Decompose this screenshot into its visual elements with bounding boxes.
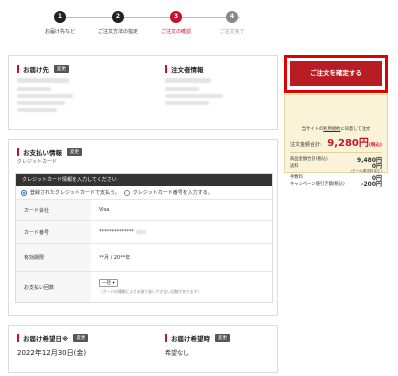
subtotal-label: 商品金額合計(税込) — [290, 157, 328, 163]
redacted-address-2 — [17, 101, 65, 105]
step-4: 4 ご注文完了 — [202, 11, 262, 35]
title-marker — [17, 334, 19, 342]
delivery-time-label: お届け希望時 — [171, 335, 210, 343]
step-4-label: ご注文完了 — [219, 29, 245, 35]
discount-value: -200円 — [360, 181, 382, 189]
delivery-address-label: お届け先 — [23, 66, 49, 74]
step-3-label: ご注文の確認 — [160, 29, 191, 35]
redacted-card-digits — [136, 230, 146, 234]
installments-field: 一括 ▾ （カードの種類によりお取り扱いできない回数があります） — [91, 272, 272, 302]
shipping-label: 送料 — [290, 163, 299, 169]
installments-select[interactable]: 一括 ▾ — [99, 279, 118, 287]
step-3: 3 ご注文の確認 — [146, 11, 206, 35]
payment-title: お支払い情報 変更 — [17, 147, 82, 157]
title-marker — [165, 65, 167, 73]
card-brand-label: カード会社 — [16, 200, 91, 220]
installments-label: お支払い回数 — [16, 272, 91, 302]
card-expiry-label: 有効期限 — [16, 244, 91, 271]
payment-title-label: お支払い情報 — [23, 149, 62, 157]
confirm-order-button[interactable]: ご注文を確定する — [290, 61, 382, 86]
delivery-date-title: お届け希望日※ 変更 — [17, 333, 89, 343]
delivery-change-button[interactable]: 変更 — [54, 65, 69, 73]
payment-change-button[interactable]: 変更 — [67, 148, 82, 156]
delivery-address-title: お届け先 変更 — [17, 64, 69, 74]
step-2-label: ご注文方法の指定 — [97, 29, 138, 35]
delivery-time-value: 希望なし — [165, 350, 190, 357]
card-number-field: ************** — [91, 221, 272, 243]
registered-card-label[interactable]: 登録されたクレジットカードで支払う。 — [30, 189, 120, 196]
redacted-orderer-address — [165, 94, 223, 98]
summary-row-discount: キャンペーン値引き額(税込) -200円 — [285, 181, 387, 188]
card-brand-value: Visa — [99, 207, 110, 213]
step-2: 2 ご注文方法の指定 — [88, 11, 148, 35]
step-3-number: 3 — [170, 11, 182, 23]
installments-select-value: 一括 — [102, 281, 111, 286]
new-card-radio[interactable] — [123, 189, 130, 196]
step-4-number: 4 — [226, 11, 238, 23]
new-card-label[interactable]: クレジットカード番号を入力する。 — [133, 189, 213, 196]
card-info-table: クレジットカード情報を入力してください 登録されたクレジットカードで支払う。 ク… — [15, 173, 273, 303]
title-marker — [165, 334, 167, 342]
step-1: 1 お届け先など — [30, 11, 90, 35]
orderer-title: 注文者情報 — [165, 64, 204, 74]
registered-card-radio[interactable] — [21, 189, 27, 196]
step-1-label: お届け先など — [44, 29, 75, 35]
card-expiry-row: 有効期限 **月 / 20**年 — [16, 244, 272, 272]
card-info-header: クレジットカード情報を入力してください — [16, 174, 272, 186]
card-number-label: カード番号 — [16, 221, 91, 243]
card-brand-row: カード会社 Visa — [16, 200, 272, 221]
redacted-name — [17, 78, 69, 83]
delivery-date-change-button[interactable]: 変更 — [73, 334, 89, 342]
card-choice-row: 登録されたクレジットカードで支払う。 クレジットカード番号を入力する。 — [16, 186, 272, 200]
card-expiry-value: **月 / 20**年 — [99, 255, 131, 261]
title-marker — [17, 65, 19, 73]
card-number-row: カード番号 ************** — [16, 221, 272, 244]
installments-note: （カードの種類によりお取り扱いできない回数があります） — [99, 289, 202, 294]
order-total-value: 9,280円 — [327, 138, 369, 149]
payment-panel: お支払い情報 変更 クレジットカード クレジットカード情報を入力してください 登… — [8, 139, 278, 316]
order-total-tax: (税込) — [368, 143, 382, 148]
order-summary: 当サイトの利用規約に同意して注文 注文金額合計: 9,280円(税込) 商品金額… — [284, 94, 388, 188]
delivery-date-panel: お届け希望日※ 変更 2022年12月30日(金) お届け希望時 変更 希望なし — [8, 325, 278, 373]
orderer-label: 注文者情報 — [171, 66, 204, 74]
terms-link[interactable]: 利用規約 — [323, 127, 340, 132]
order-total-label: 注文金額合計: — [290, 142, 322, 148]
payment-method: クレジットカード — [17, 159, 58, 165]
step-2-number: 2 — [112, 11, 124, 23]
redacted-orderer-phone — [165, 101, 209, 105]
order-total-amount: 9,280円(税込) — [327, 134, 382, 149]
checkout-progress: 1 お届け先など 2 ご注文方法の指定 3 ご注文の確認 4 ご注文完了 — [0, 6, 278, 42]
delivery-date-value: 2022年12月30日(金) — [17, 349, 87, 357]
fee-label: 手数料 — [290, 175, 303, 181]
redacted-orderer-name — [165, 78, 211, 83]
card-number-value: ************** — [99, 229, 134, 235]
delivery-time-change-button[interactable]: 変更 — [215, 334, 230, 342]
redacted-address-1 — [17, 94, 73, 98]
delivery-time-title: お届け希望時 変更 — [165, 333, 230, 343]
terms-suffix: に同意して注文 — [340, 127, 371, 132]
title-marker — [17, 148, 19, 156]
chevron-down-icon: ▾ — [112, 281, 115, 286]
address-panel: お届け先 変更 注文者情報 — [8, 55, 278, 130]
summary-divider — [290, 152, 382, 153]
confirm-highlight: ご注文を確定する — [284, 55, 388, 93]
redacted-phone — [17, 108, 57, 112]
step-1-number: 1 — [54, 11, 66, 23]
delivery-date-label: お届け希望日※ — [23, 335, 69, 343]
order-total: 注文金額合計: 9,280円(税込) — [285, 132, 387, 149]
discount-label: キャンペーン値引き額(税込) — [290, 181, 345, 187]
redacted-postcode — [17, 87, 51, 91]
installments-row: お支払い回数 一括 ▾ （カードの種類によりお取り扱いできない回数があります） — [16, 272, 272, 302]
redacted-orderer-postcode — [165, 87, 199, 91]
terms-prefix: 当サイトの — [301, 127, 324, 132]
